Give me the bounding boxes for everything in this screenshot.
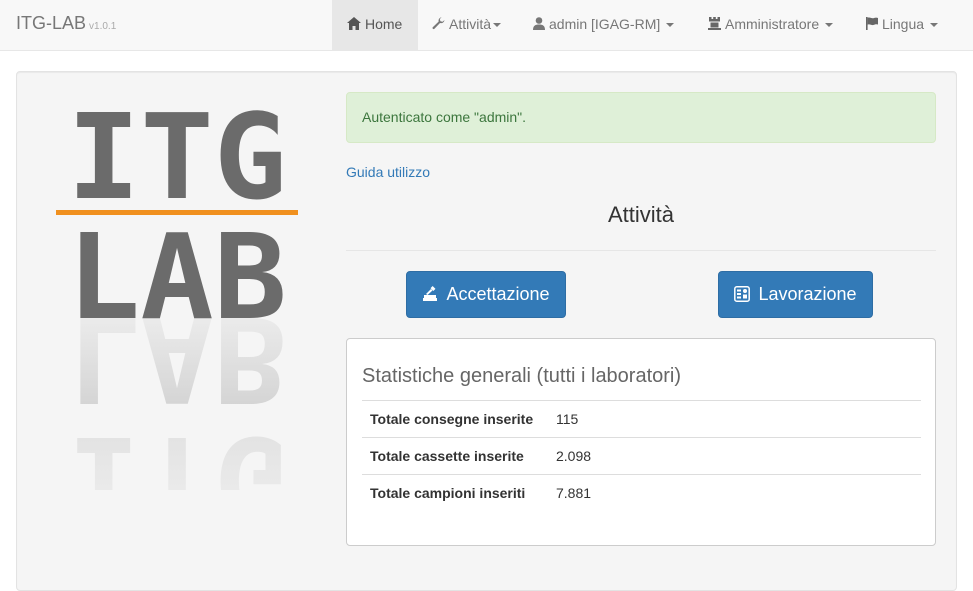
top-navbar: ITG-LAB v1.0.1 Home Attività admin [IGAG-… xyxy=(0,0,973,51)
stats-table: Totale consegne inserite 115 Totale cass… xyxy=(362,400,921,512)
stat-value: 2.098 xyxy=(548,437,921,475)
tower-icon xyxy=(708,17,721,30)
nav-admin[interactable]: Amministratore xyxy=(708,0,834,50)
chevron-down-icon xyxy=(666,23,675,28)
table-row: Totale campioni inseriti 7.881 xyxy=(362,474,921,512)
lavorazione-label: Lavorazione xyxy=(758,284,857,304)
table-row: Totale cassette inserite 2.098 xyxy=(362,437,921,475)
svg-text:LAB: LAB xyxy=(67,290,287,428)
chevron-down-icon xyxy=(825,23,834,28)
nav-lingua-label: Lingua xyxy=(882,16,925,32)
chevron-down-icon xyxy=(930,23,939,28)
flag-icon xyxy=(866,17,878,30)
home-icon xyxy=(347,17,361,30)
nav-user-label: admin [IGAG-RM] xyxy=(549,16,661,32)
itg-lab-logo: ITG LAB LAB ITG xyxy=(56,100,298,490)
brand-name: ITG-LAB xyxy=(16,13,87,33)
stat-value: 7.881 xyxy=(548,474,921,512)
nav-user[interactable]: admin [IGAG-RM] xyxy=(533,0,675,50)
accettazione-button[interactable]: Accettazione xyxy=(406,271,566,318)
nav-home-label: Home xyxy=(365,16,403,32)
stat-label: Totale consegne inserite xyxy=(362,400,548,438)
nav-attivita-label: Attività xyxy=(449,16,492,32)
svg-text:ITG: ITG xyxy=(67,410,287,490)
wrench-icon xyxy=(432,17,445,30)
divider xyxy=(346,250,936,251)
stat-label: Totale campioni inseriti xyxy=(362,474,548,512)
stats-title: Statistiche generali (tutti i laboratori… xyxy=(362,365,682,387)
nav-admin-label: Amministratore xyxy=(725,16,820,32)
table-row: Totale consegne inserite 115 xyxy=(362,400,921,438)
stamp-icon xyxy=(423,286,438,301)
accettazione-label: Accettazione xyxy=(446,284,550,304)
stat-value: 115 xyxy=(548,400,921,438)
nav-attivita[interactable]: Attività xyxy=(432,0,502,50)
list-box-icon xyxy=(734,286,751,302)
brand-link[interactable]: ITG-LAB v1.0.1 xyxy=(16,13,116,34)
section-title: Attività xyxy=(607,202,675,227)
stats-panel: Statistiche generali (tutti i laboratori… xyxy=(346,338,936,546)
nav-lingua[interactable]: Lingua xyxy=(866,0,939,50)
guide-link[interactable]: Guida utilizzo xyxy=(346,164,430,180)
user-icon xyxy=(533,17,545,30)
nav-home[interactable]: Home xyxy=(332,0,418,50)
auth-alert: Autenticato come "admin". xyxy=(346,92,936,143)
lavorazione-button[interactable]: Lavorazione xyxy=(718,271,873,318)
chevron-down-icon xyxy=(493,23,502,28)
brand-version: v1.0.1 xyxy=(89,21,117,32)
stat-label: Totale cassette inserite xyxy=(362,437,548,475)
